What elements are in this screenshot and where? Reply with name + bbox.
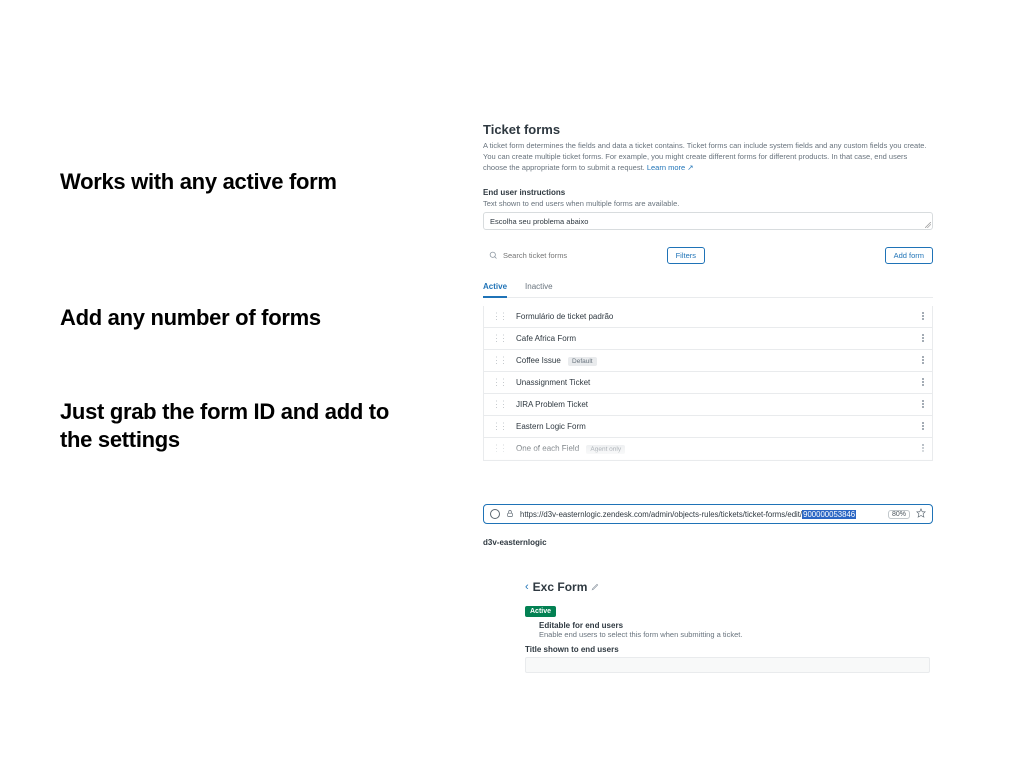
end-user-instructions-field[interactable]: Escolha seu problema abaixo [483, 212, 933, 230]
form-name-text: Coffee Issue [516, 356, 561, 365]
drag-handle-icon[interactable]: ⋮⋮ [492, 421, 506, 432]
annotation-grab-form-id: Just grab the form ID and add to the set… [60, 398, 390, 453]
url-prefix: https://d3v-easternlogic.zendesk.com/adm… [520, 510, 802, 519]
search-wrap [483, 244, 659, 268]
back-chevron-icon[interactable]: ‹ [525, 581, 529, 593]
title-input[interactable] [525, 657, 930, 673]
zoom-level[interactable]: 80% [888, 510, 910, 519]
url-section: https://d3v-easternlogic.zendesk.com/adm… [483, 504, 933, 547]
subdomain-label: d3v-easternlogic [483, 538, 933, 547]
drag-handle-icon[interactable]: ⋮⋮ [492, 355, 506, 366]
title-label: Title shown to end users [525, 645, 930, 654]
form-name: Coffee Issue Default [516, 356, 922, 365]
form-name: Formulário de ticket padrão [516, 312, 922, 321]
edit-pencil-icon[interactable] [591, 580, 600, 594]
row-overflow-menu-icon[interactable] [922, 334, 924, 342]
tabs: Active Inactive [483, 278, 933, 298]
default-badge: Default [568, 357, 597, 366]
form-row[interactable]: ⋮⋮ Coffee Issue Default [484, 350, 932, 372]
row-overflow-menu-icon[interactable] [922, 444, 924, 452]
form-name: JIRA Problem Ticket [516, 400, 922, 409]
row-overflow-menu-icon[interactable] [922, 356, 924, 364]
url-text: https://d3v-easternlogic.zendesk.com/adm… [520, 510, 882, 519]
form-detail-header: ‹ Exc Form [525, 580, 930, 594]
form-name: Unassignment Ticket [516, 378, 922, 387]
bookmark-star-icon[interactable] [916, 508, 926, 520]
search-icon [489, 247, 498, 265]
row-overflow-menu-icon[interactable] [922, 400, 924, 408]
learn-more-link[interactable]: Learn more ↗ [647, 163, 694, 172]
filters-button[interactable]: Filters [667, 247, 705, 264]
status-badge: Active [525, 606, 556, 617]
form-row[interactable]: ⋮⋮ Cafe Africa Form [484, 328, 932, 350]
editable-label: Editable for end users [539, 621, 930, 630]
url-form-id: 900000053846 [802, 510, 856, 519]
row-overflow-menu-icon[interactable] [922, 312, 924, 320]
tab-inactive[interactable]: Inactive [525, 278, 553, 297]
form-row[interactable]: ⋮⋮ One of each Field Agent only [484, 438, 932, 460]
drag-handle-icon[interactable]: ⋮⋮ [492, 311, 506, 322]
annotation-any-number-forms: Add any number of forms [60, 304, 321, 332]
forms-list: ⋮⋮ Formulário de ticket padrão ⋮⋮ Cafe A… [483, 306, 933, 461]
drag-handle-icon[interactable]: ⋮⋮ [492, 399, 506, 410]
form-detail-name: Exc Form [533, 580, 588, 594]
page-description-text: A ticket form determines the fields and … [483, 141, 927, 172]
form-row[interactable]: ⋮⋮ Eastern Logic Form [484, 416, 932, 438]
drag-handle-icon[interactable]: ⋮⋮ [492, 333, 506, 344]
tab-active[interactable]: Active [483, 278, 507, 298]
form-name: Eastern Logic Form [516, 422, 922, 431]
drag-handle-icon[interactable]: ⋮⋮ [492, 377, 506, 388]
form-detail-panel: ‹ Exc Form Active Editable for end users… [525, 580, 930, 673]
form-row[interactable]: ⋮⋮ JIRA Problem Ticket [484, 394, 932, 416]
row-overflow-menu-icon[interactable] [922, 378, 924, 386]
form-row[interactable]: ⋮⋮ Unassignment Ticket [484, 372, 932, 394]
form-row[interactable]: ⋮⋮ Formulário de ticket padrão [484, 306, 932, 328]
form-name: Cafe Africa Form [516, 334, 922, 343]
add-form-button[interactable]: Add form [885, 247, 933, 264]
shield-icon [490, 509, 500, 519]
end-user-instructions-label: End user instructions [483, 188, 933, 197]
drag-handle-icon[interactable]: ⋮⋮ [492, 443, 506, 454]
editable-sub: Enable end users to select this form whe… [539, 630, 930, 639]
forms-toolbar: Filters Add form [483, 244, 933, 268]
lock-icon [506, 509, 514, 520]
browser-url-bar[interactable]: https://d3v-easternlogic.zendesk.com/adm… [483, 504, 933, 524]
annotation-works-any-form: Works with any active form [60, 168, 337, 196]
page-title: Ticket forms [483, 122, 933, 137]
ticket-forms-panel: Ticket forms A ticket form determines th… [483, 122, 933, 461]
form-name: One of each Field Agent only [516, 444, 922, 453]
form-name-text: One of each Field [516, 444, 579, 453]
row-overflow-menu-icon[interactable] [922, 422, 924, 430]
page-description: A ticket form determines the fields and … [483, 141, 933, 174]
agent-only-badge: Agent only [586, 445, 625, 454]
end-user-instructions-sub: Text shown to end users when multiple fo… [483, 199, 933, 208]
search-input[interactable] [503, 251, 653, 260]
